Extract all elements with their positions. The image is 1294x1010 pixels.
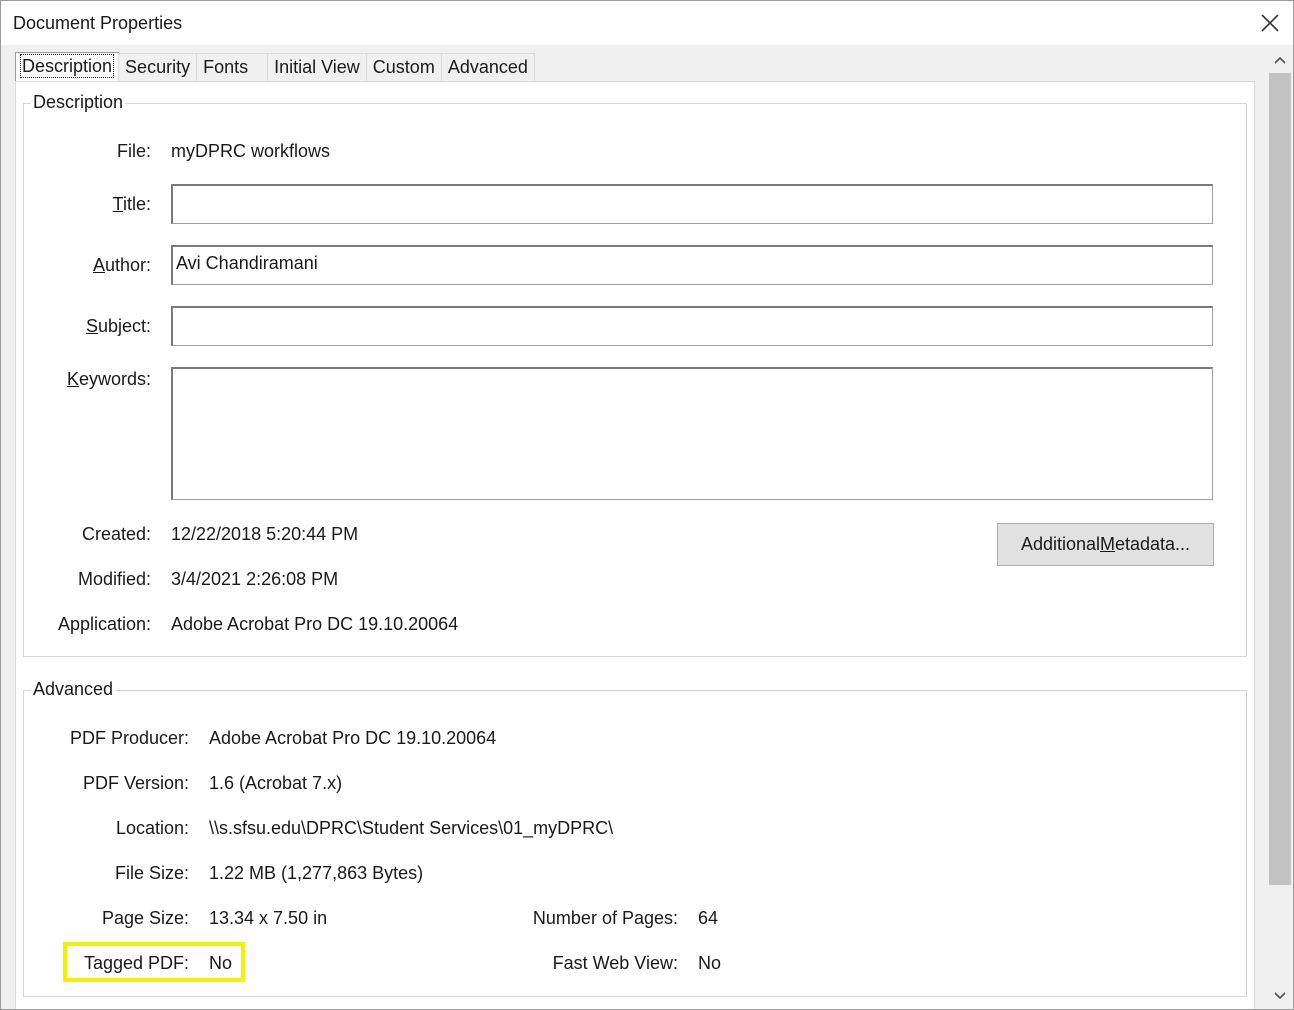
- page-size-value: 13.34 x 7.50 in: [209, 908, 328, 928]
- modified-label: Modified:: [77, 569, 151, 589]
- scroll-thumb[interactable]: [1269, 73, 1291, 885]
- tab-custom[interactable]: Custom: [365, 53, 442, 81]
- tab-fonts[interactable]: Fonts: [196, 53, 269, 81]
- tagged-pdf-highlight: [63, 942, 245, 982]
- pdf-version-value: 1.6 (Acrobat 7.x): [209, 773, 343, 793]
- scroll-down-button[interactable]: [1267, 983, 1293, 1009]
- created-label: Created:: [81, 524, 151, 544]
- application-label: Application:: [57, 614, 151, 634]
- tab-advanced[interactable]: Advanced: [440, 53, 535, 81]
- fast-web-view-label: Fast Web View:: [552, 953, 678, 973]
- description-tab-panel: Description File: myDPRC workflows Title…: [15, 81, 1255, 1009]
- pdf-producer-value: Adobe Acrobat Pro DC 19.10.20064: [209, 728, 497, 748]
- tab-security[interactable]: Security: [118, 53, 198, 81]
- pdf-producer-label: PDF Producer:: [69, 728, 189, 748]
- advanced-group-legend: Advanced: [31, 679, 116, 700]
- tab-description[interactable]: Description: [15, 52, 120, 81]
- file-value: myDPRC workflows: [171, 141, 331, 161]
- page-size-label: Page Size:: [101, 908, 189, 928]
- dialog-title: Document Properties: [13, 13, 183, 33]
- document-properties-dialog: Document Properties Description Security…: [0, 0, 1294, 1010]
- title-label: Title:: [112, 194, 151, 214]
- file-label: File:: [116, 141, 151, 161]
- chevron-up-icon: [1274, 56, 1286, 64]
- subject-field[interactable]: [171, 306, 1213, 346]
- additional-metadata-button[interactable]: Additional Metadata...: [997, 523, 1214, 566]
- application-value: Adobe Acrobat Pro DC 19.10.20064: [171, 614, 459, 634]
- file-size-value: 1.22 MB (1,277,863 Bytes): [209, 863, 424, 883]
- title-bar: Document Properties: [1, 1, 1293, 45]
- vertical-scrollbar[interactable]: [1267, 45, 1293, 1009]
- created-value: 12/22/2018 5:20:44 PM: [171, 524, 359, 544]
- author-field[interactable]: [171, 245, 1213, 285]
- location-value: \\s.sfsu.edu\DPRC\Student Services\01_my…: [209, 818, 614, 838]
- scroll-up-button[interactable]: [1267, 47, 1293, 73]
- description-group-legend: Description: [31, 92, 126, 113]
- modified-value: 3/4/2021 2:26:08 PM: [171, 569, 339, 589]
- fast-web-view-value: No: [698, 953, 722, 973]
- close-icon: [1261, 14, 1279, 32]
- location-label: Location:: [115, 818, 189, 838]
- keywords-label: Keywords:: [66, 369, 151, 389]
- title-field[interactable]: [171, 184, 1213, 224]
- dialog-content: Description Security Fonts Initial View …: [1, 45, 1267, 1009]
- tab-strip: Description Security Fonts Initial View …: [15, 52, 535, 81]
- chevron-down-icon: [1274, 992, 1286, 1000]
- author-label: Author:: [92, 255, 151, 275]
- subject-label: Subject:: [85, 316, 151, 336]
- tab-initial-view[interactable]: Initial View: [267, 53, 367, 81]
- pdf-version-label: PDF Version:: [82, 773, 189, 793]
- number-of-pages-value: 64: [698, 908, 719, 928]
- close-button[interactable]: [1253, 7, 1287, 39]
- number-of-pages-label: Number of Pages:: [532, 908, 678, 928]
- keywords-field[interactable]: [171, 367, 1213, 500]
- description-group: Description File: myDPRC workflows Title…: [23, 92, 1247, 657]
- file-size-label: File Size:: [114, 863, 189, 883]
